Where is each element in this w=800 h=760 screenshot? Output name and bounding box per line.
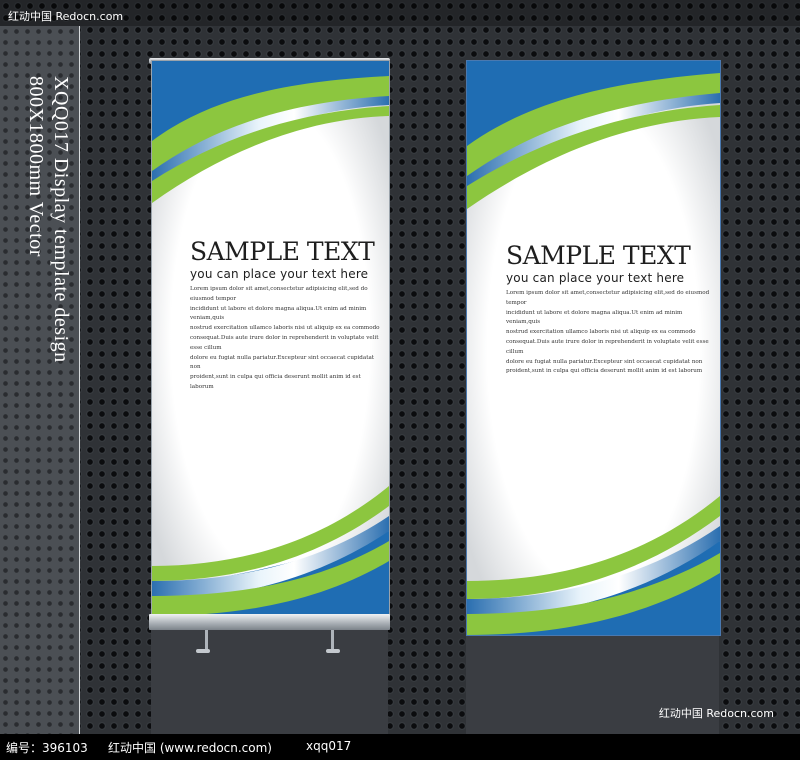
stand-foot-right	[326, 649, 340, 653]
banner-left: SAMPLE TEXT you can place your text here…	[151, 60, 390, 617]
footer-bar: 编号：396103 红动中国 (www.redocn.com) xqq017	[0, 734, 800, 760]
banner-base	[149, 614, 390, 630]
side-panel: XQQ017 Display template design 800X1800m…	[0, 26, 80, 734]
footer-code: xqq017	[306, 739, 352, 753]
banner-right-title: SAMPLE TEXT	[506, 241, 691, 270]
banner-left-body: Lorem ipsum dolor sit amet,consectetur a…	[190, 286, 380, 390]
banner-left-subtitle: you can place your text here	[190, 267, 369, 281]
bottom-watermark: 红动中国 Redocn.com	[658, 707, 774, 720]
banner-left-title: SAMPLE TEXT	[190, 237, 375, 266]
banner-right-subtitle: you can place your text here	[506, 271, 685, 285]
banner-right-body: Lorem ipsum dolor sit amet,consectetur a…	[506, 290, 710, 375]
banner-right: SAMPLE TEXT you can place your text here…	[466, 60, 721, 636]
top-bar: 红动中国 Redocn.com	[0, 0, 800, 26]
side-title-line1: XQQ017 Display template design	[50, 76, 72, 363]
stand-foot-left	[196, 649, 210, 653]
side-title-line2: 800X1800mm Vector	[25, 76, 47, 257]
footer-site: 红动中国 (www.redocn.com)	[108, 741, 272, 755]
footer-id: 编号：396103	[6, 741, 88, 755]
top-watermark: 红动中国 Redocn.com	[8, 10, 124, 23]
banner-right-content: SAMPLE TEXT you can place your text here…	[506, 243, 716, 377]
floor-shadow-left	[151, 630, 388, 734]
banner-left-content: SAMPLE TEXT you can place your text here…	[190, 239, 386, 393]
